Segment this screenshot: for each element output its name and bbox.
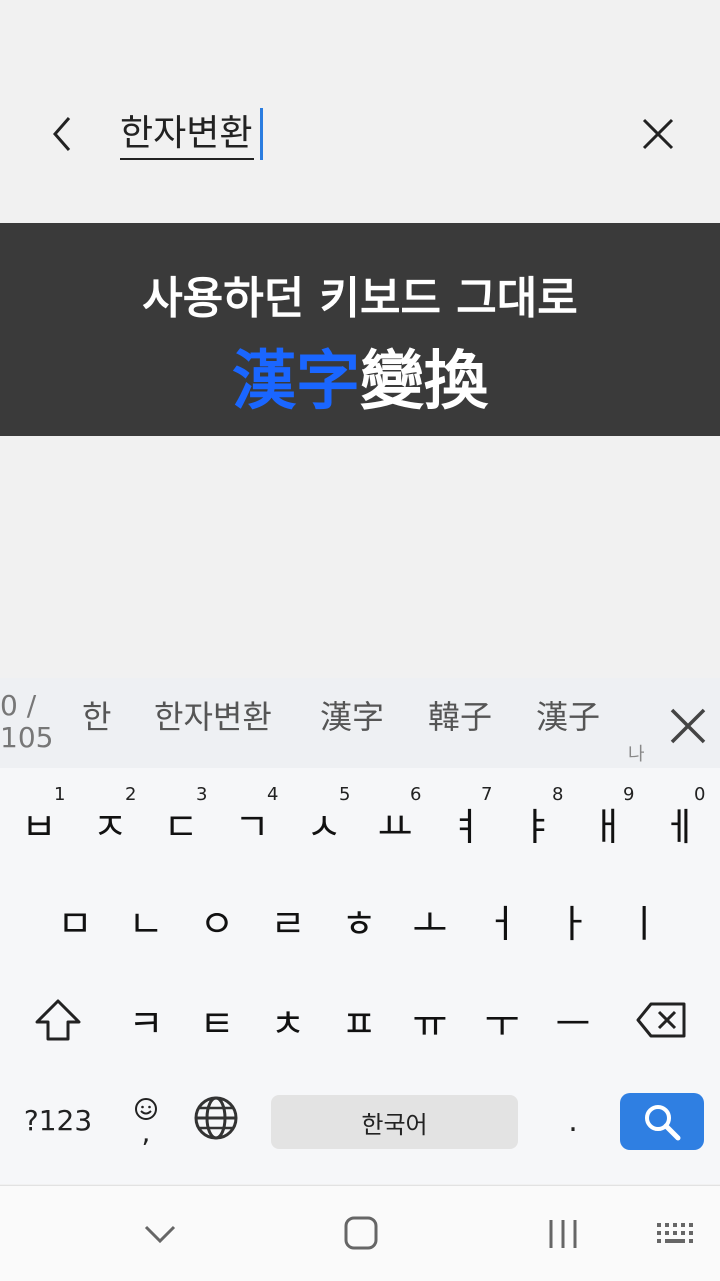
key-number-hint: 0 <box>694 784 706 805</box>
key-number-hint: 8 <box>552 784 564 805</box>
keyboard-switch-button[interactable] <box>650 1212 702 1256</box>
key-m[interactable]: ㅁ <box>40 875 110 965</box>
close-icon <box>642 118 674 150</box>
recent-apps-button[interactable] <box>536 1208 590 1260</box>
key-number-hint: 2 <box>125 784 137 805</box>
key-number-hint: 6 <box>410 784 422 805</box>
key-number-hint: 1 <box>54 784 66 805</box>
key-ch[interactable]: ㅊ <box>253 975 323 1065</box>
banner-title-blue: 漢字 <box>232 345 360 419</box>
key-number-hint: 7 <box>481 784 493 805</box>
suggestion-item[interactable]: 한자변환 <box>154 692 272 738</box>
key-r[interactable]: ㄹ <box>253 875 323 965</box>
text-caret <box>260 108 263 160</box>
key-k[interactable]: ㅋ <box>111 975 181 1065</box>
key-number-hint: 4 <box>267 784 279 805</box>
banner-title-white: 變換 <box>360 345 488 419</box>
suggestion-hint: 나 <box>628 744 645 765</box>
key-t[interactable]: ㅌ <box>182 975 252 1065</box>
key-eo[interactable]: ㅓ <box>467 875 537 965</box>
suggestion-item[interactable]: 漢子 <box>536 692 600 738</box>
key-eu[interactable]: ㅡ <box>538 975 608 1065</box>
back-button[interactable] <box>36 108 88 160</box>
suggestion-item[interactable]: 漢字 <box>320 692 384 738</box>
chevron-down-icon <box>144 1225 176 1244</box>
banner-subtitle: 사용하던 키보드 그대로 <box>142 273 578 324</box>
key-u[interactable]: ㅜ <box>467 975 537 1065</box>
shift-icon <box>35 999 81 1041</box>
close-suggestions-button[interactable] <box>662 700 714 752</box>
symbols-key[interactable]: ?123 <box>16 1090 100 1150</box>
backspace-key[interactable] <box>628 975 694 1065</box>
banner-title: 漢字變換 <box>0 330 720 422</box>
space-key[interactable]: 한국어 <box>271 1095 518 1149</box>
hide-keyboard-button[interactable] <box>134 1208 186 1260</box>
emoji-comma-key[interactable]: , <box>122 1086 170 1156</box>
key-p[interactable]: ㅍ <box>324 975 394 1065</box>
key-ng[interactable]: ㅇ <box>182 875 252 965</box>
search-key[interactable] <box>620 1093 704 1150</box>
chevron-left-icon <box>53 117 71 151</box>
key-o[interactable]: ㅗ <box>395 875 465 965</box>
close-icon <box>670 708 706 744</box>
comma-label: , <box>141 1116 151 1149</box>
language-key[interactable] <box>190 1090 242 1146</box>
globe-icon <box>194 1096 238 1140</box>
key-number-hint: 9 <box>623 784 635 805</box>
key-a[interactable]: ㅏ <box>538 875 608 965</box>
key-number-hint: 3 <box>196 784 208 805</box>
character-counter: 0 / 105 <box>0 689 54 754</box>
clear-search-button[interactable] <box>632 108 684 160</box>
key-i[interactable]: ㅣ <box>609 875 679 965</box>
backspace-icon <box>636 1002 686 1038</box>
key-h[interactable]: ㅎ <box>324 875 394 965</box>
suggestion-item[interactable]: 한 <box>82 692 111 738</box>
period-key[interactable]: . <box>548 1094 598 1148</box>
home-button[interactable] <box>334 1206 388 1260</box>
suggestion-item[interactable]: 韓子 <box>428 692 492 738</box>
recent-apps-icon <box>549 1220 577 1248</box>
search-input[interactable]: 한자변환 <box>120 110 255 160</box>
keyboard-icon <box>657 1223 693 1243</box>
key-n[interactable]: ㄴ <box>111 875 181 965</box>
key-yu[interactable]: ㅠ <box>395 975 465 1065</box>
home-icon <box>344 1216 378 1250</box>
search-icon <box>645 1104 681 1140</box>
shift-key[interactable] <box>26 975 90 1065</box>
key-number-hint: 5 <box>339 784 351 805</box>
